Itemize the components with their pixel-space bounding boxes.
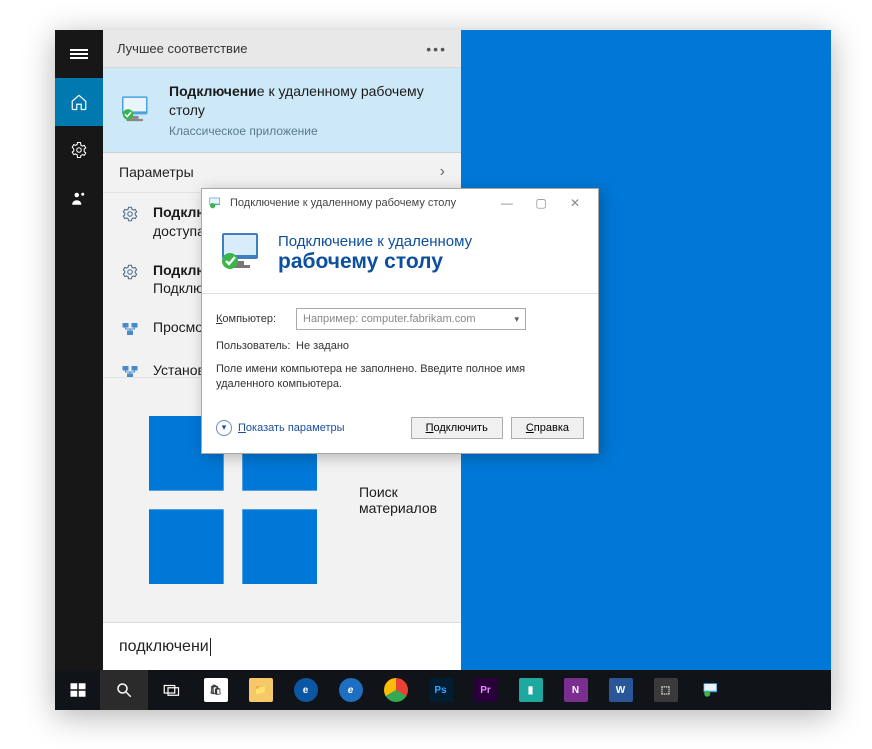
computer-label: Компьютер: bbox=[216, 313, 288, 325]
rdp-app-icon bbox=[119, 82, 155, 138]
rail-contacts[interactable] bbox=[55, 174, 103, 222]
show-options-link[interactable]: ▾ Показать параметры bbox=[216, 420, 345, 436]
maximize-button[interactable]: ▢ bbox=[524, 192, 558, 214]
taskbar-onenote[interactable]: N bbox=[553, 670, 598, 710]
taskbar-app1[interactable]: ▮ bbox=[508, 670, 553, 710]
rail-home[interactable] bbox=[55, 78, 103, 126]
taskbar: 🛍 📁 e e Ps Pr ▮ N W ⬚ bbox=[55, 670, 831, 710]
more-icon[interactable]: ••• bbox=[426, 41, 447, 57]
taskbar-store[interactable]: 🛍 bbox=[193, 670, 238, 710]
gear-icon bbox=[121, 261, 139, 284]
taskview-icon bbox=[162, 681, 180, 699]
user-label: Пользователь: bbox=[216, 340, 288, 352]
chevron-right-icon: › bbox=[440, 163, 445, 181]
search-icon bbox=[115, 681, 133, 699]
rdp-title-icon bbox=[208, 195, 224, 211]
rdp-heading-2: рабочему столу bbox=[278, 250, 472, 274]
desktop: Лучшее соответствие ••• Подключение к уд… bbox=[55, 30, 831, 710]
taskbar-search[interactable] bbox=[100, 670, 148, 710]
task-view[interactable] bbox=[148, 670, 193, 710]
search-input[interactable]: подключени bbox=[103, 622, 461, 670]
person-icon bbox=[70, 189, 88, 207]
taskbar-ie[interactable]: e bbox=[328, 670, 373, 710]
rdp-taskbar-icon bbox=[702, 681, 720, 699]
category-parameters[interactable]: Параметры › bbox=[103, 153, 461, 193]
start-button[interactable] bbox=[55, 670, 100, 710]
windows-icon bbox=[69, 681, 87, 699]
taskbar-photoshop[interactable]: Ps bbox=[418, 670, 463, 710]
rdp-titlebar[interactable]: Подключение к удаленному рабочему столу … bbox=[202, 189, 598, 217]
hamburger-icon[interactable] bbox=[55, 30, 103, 78]
home-icon bbox=[70, 93, 88, 111]
taskbar-edge[interactable]: e bbox=[283, 670, 328, 710]
gear-icon bbox=[121, 203, 139, 226]
computer-combobox[interactable]: Например: computer.fabrikam.com ▾ bbox=[296, 308, 526, 330]
chevron-down-icon: ▾ bbox=[514, 314, 519, 325]
network-icon bbox=[121, 361, 139, 377]
rail-settings[interactable] bbox=[55, 126, 103, 174]
best-match-item[interactable]: Подключение к удаленному рабочему столу … bbox=[103, 68, 461, 153]
taskbar-rdp[interactable] bbox=[688, 670, 733, 710]
help-button[interactable]: Справка bbox=[511, 417, 584, 439]
connect-button[interactable]: Подключить bbox=[411, 417, 503, 439]
hint-text: Поле имени компьютера не заполнено. Введ… bbox=[216, 362, 584, 393]
taskbar-explorer[interactable]: 📁 bbox=[238, 670, 283, 710]
close-button[interactable]: ✕ bbox=[558, 192, 592, 214]
taskbar-premiere[interactable]: Pr bbox=[463, 670, 508, 710]
rdp-heading-1: Подключение к удаленному bbox=[278, 233, 472, 250]
start-rail bbox=[55, 30, 103, 670]
best-match-label: Лучшее соответствие bbox=[117, 41, 247, 56]
rdp-dialog: Подключение к удаленному рабочему столу … bbox=[201, 188, 599, 454]
taskbar-word[interactable]: W bbox=[598, 670, 643, 710]
best-match-subtitle: Классическое приложение bbox=[169, 124, 445, 138]
gear-icon bbox=[70, 141, 88, 159]
taskbar-app2[interactable]: ⬚ bbox=[643, 670, 688, 710]
best-match-header: Лучшее соответствие ••• bbox=[103, 30, 461, 68]
taskbar-chrome[interactable] bbox=[373, 670, 418, 710]
network-icon bbox=[121, 318, 139, 341]
rdp-large-icon bbox=[218, 229, 266, 277]
user-value: Не задано bbox=[296, 340, 349, 352]
chevron-down-icon: ▾ bbox=[216, 420, 232, 436]
minimize-button[interactable]: — bbox=[490, 192, 524, 214]
best-match-title: Подключение к удаленному рабочему столу bbox=[169, 82, 445, 120]
